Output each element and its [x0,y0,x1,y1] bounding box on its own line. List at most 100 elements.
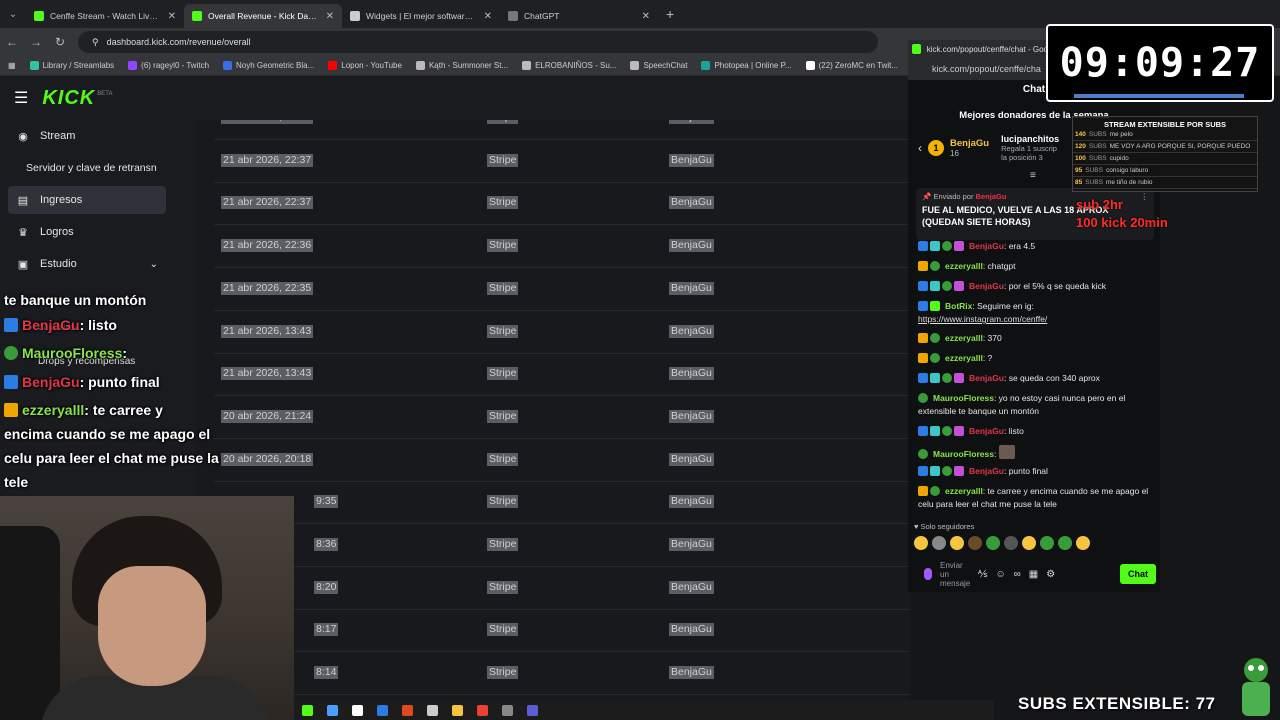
emote-icon[interactable] [1022,536,1036,550]
bookmark-item[interactable]: (6) rageyl0 - Twitch [128,61,209,70]
sidebar-item-label: Stream [40,130,76,142]
taskbar-app-icon[interactable] [452,704,463,716]
forward-icon[interactable]: → [24,35,48,49]
user-cell: BenjaGu [669,239,714,253]
cyan-badge-icon [930,281,940,291]
url-field[interactable]: ⚲ dashboard.kick.com/revenue/overall [78,31,878,53]
chat-username[interactable]: BenjaGu [969,241,1004,251]
emoji-icon[interactable]: ☺ [995,569,1005,580]
emote-icon[interactable] [968,536,982,550]
method-cell: Stripe [487,324,519,338]
bookmark-item[interactable]: (22) ZeroMC en Twit... [805,61,898,70]
translate-icon[interactable]: ⅍ [978,569,987,580]
bookmark-item[interactable]: Photopea | Online P... [701,61,792,70]
bookmark-item[interactable]: Noyh Geometric Bla... [223,61,314,70]
bookmark-item[interactable]: Library / Streamlabs [29,61,114,70]
taskbar-app-icon[interactable] [427,704,438,716]
bookmark-favicon-icon [805,61,815,70]
taskbar-app-icon[interactable] [527,704,538,716]
pepper-badge-icon [942,426,952,436]
chat-username[interactable]: ezzeryalll [945,486,983,496]
webcam-feed [0,496,294,720]
infinity-icon[interactable]: ∞ [1014,569,1021,580]
emote-icon[interactable] [1040,536,1054,550]
gear-icon[interactable]: ⚙ [1046,569,1055,580]
popout-title-text: kick.com/popout/cenffe/chat - Goo [926,44,1048,54]
chat-username[interactable]: BotRix [945,301,972,311]
sidebar-subitem-stream-key[interactable]: Servidor y clave de retransn [26,162,157,174]
bookmark-item[interactable]: ELROBANIÑOS - Su... [522,61,616,70]
menu-icon[interactable]: ☰ [14,88,28,108]
followers-only-label: ♥ Solo seguidores [914,522,975,531]
user-badges [918,448,930,461]
site-info-icon[interactable]: ⚲ [92,37,99,48]
new-tab-icon[interactable]: + [658,6,682,22]
chat-colon: : [993,449,999,459]
chat-username[interactable]: BenjaGu [969,426,1004,436]
chat-link[interactable]: https://www.instagram.com/cenffe/ [918,314,1047,324]
method-cell: Stripe [487,153,519,167]
bookmark-item[interactable]: Lopon - YouTube [328,61,402,70]
taskbar-app-icon[interactable] [352,704,363,716]
overlay-text: : te carree y [84,402,163,418]
chat-username[interactable]: ezzeryalll [945,333,983,343]
sidebar-item-studio[interactable]: ▣ Estudio ⌄ [8,250,166,278]
close-tab-icon[interactable]: ✕ [326,11,334,22]
browser-tab[interactable]: Cenffe Stream - Watch Live on ✕ [26,4,184,28]
gift-icon[interactable]: ▦ [1029,569,1038,580]
apps-icon[interactable]: ▦ [8,61,16,70]
back-icon[interactable]: ← [0,35,24,49]
bookmark-item[interactable]: SpeechChat [630,61,687,70]
tab-list-icon[interactable]: ⌄ [0,0,26,28]
chat-username[interactable]: MaurooFloress [933,449,994,459]
microphone-icon[interactable] [924,568,932,580]
sidebar-item-stream[interactable]: ◉ Stream [8,122,166,150]
kick-logo[interactable]: KICK [42,87,95,110]
chat-username[interactable]: BenjaGu [969,281,1004,291]
taskbar-app-icon[interactable] [377,704,388,716]
chat-composer: Enviar un mensaje ⅍ ☺ ∞ ▦ ⚙ Chat [912,560,1156,588]
close-tab-icon[interactable]: ✕ [168,11,176,22]
emote-icon[interactable] [950,536,964,550]
emote-icon[interactable] [1058,536,1072,550]
emote-icon[interactable] [914,536,928,550]
method-cell: Stripe [487,538,519,551]
chat-username[interactable]: ezzeryalll [945,353,983,363]
chat-username[interactable]: BenjaGu [969,466,1004,476]
emote-icon[interactable] [1076,536,1090,550]
taskbar-app-icon[interactable] [327,704,338,716]
user-badge-icon [4,375,18,389]
followers-only-text: Solo seguidores [920,522,975,531]
browser-tab[interactable]: Widgets | El mejor software pa ✕ [342,4,500,28]
taskbar-app-icon[interactable] [402,704,413,716]
reload-icon[interactable]: ↻ [48,35,72,49]
crown-badge-icon [918,333,928,343]
chat-username[interactable]: MaurooFloress [933,393,994,403]
extensible-unit: SUBS [1085,179,1103,186]
chevron-down-icon[interactable]: ⌄ [150,259,158,270]
date-cell: 8:20 [314,580,339,594]
sidebar-item-achievements[interactable]: ♛ Logros [8,218,166,246]
emote-icon[interactable] [932,536,946,550]
taskbar-app-icon[interactable] [477,704,488,716]
send-chat-button[interactable]: Chat [1120,564,1156,584]
browser-tab[interactable]: ChatGPT ✕ [500,4,658,28]
close-tab-icon[interactable]: ✕ [642,11,650,22]
user-badges [918,352,942,365]
pepper-badge-icon [930,333,940,343]
sidebar-item-revenue[interactable]: ▤ Ingresos [8,186,166,214]
chat-username[interactable]: ezzeryalll [945,261,983,271]
close-tab-icon[interactable]: ✕ [484,11,492,22]
taskbar-app-icon[interactable] [502,704,513,716]
emote-icon[interactable] [986,536,1000,550]
browser-tab[interactable]: Overall Revenue - Kick Dashbo ✕ [184,4,342,28]
chat-message: BenjaGu: se queda con 340 aprox [918,372,1152,385]
emote-icon[interactable] [1004,536,1018,550]
chevron-left-icon[interactable]: ‹ [918,141,922,155]
chat-message: BenjaGu: listo [918,425,1152,438]
bookmark-item[interactable]: Kąth - Summoner St... [415,61,508,70]
chat-username[interactable]: BenjaGu [969,373,1004,383]
filter-icon[interactable]: ≡ [1030,170,1036,181]
chat-input[interactable]: Enviar un mensaje [940,561,970,588]
taskbar-app-icon[interactable] [302,704,313,716]
